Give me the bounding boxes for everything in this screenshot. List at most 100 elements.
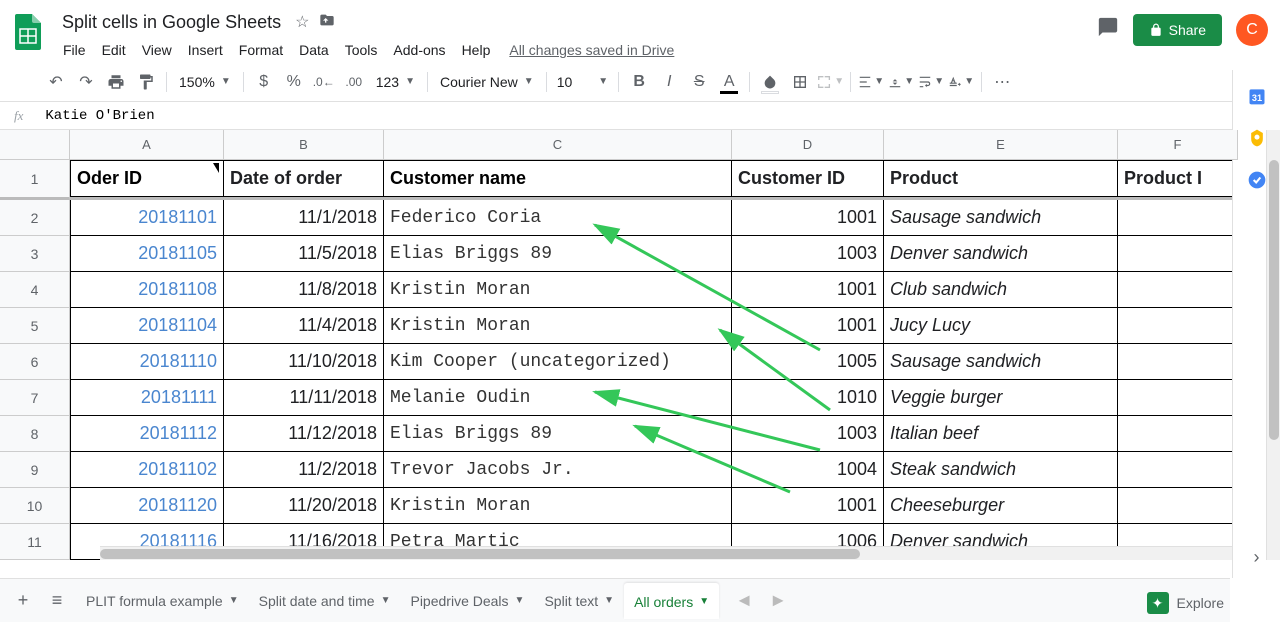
column-header-B[interactable]: B: [224, 130, 384, 160]
header-cell[interactable]: Oder ID: [70, 160, 224, 197]
menu-file[interactable]: File: [56, 38, 93, 62]
decrease-decimal-button[interactable]: .0←: [310, 68, 338, 96]
cell[interactable]: Steak sandwich: [884, 452, 1118, 488]
header-cell[interactable]: Customer name: [384, 160, 732, 197]
cell[interactable]: 11/5/2018: [224, 236, 384, 272]
vertical-scrollbar[interactable]: [1266, 130, 1280, 560]
vertical-align-button[interactable]: ▼: [887, 68, 915, 96]
merge-cells-button[interactable]: ▼: [816, 68, 844, 96]
comment-icon[interactable]: [1097, 16, 1119, 44]
font-size-dropdown[interactable]: 10▼: [553, 74, 612, 90]
cell[interactable]: 20181108: [70, 272, 224, 308]
tasks-icon[interactable]: [1247, 170, 1267, 190]
cell[interactable]: [1118, 380, 1238, 416]
cell[interactable]: 11/8/2018: [224, 272, 384, 308]
row-header-2[interactable]: 2: [0, 200, 70, 236]
cell[interactable]: Denver sandwich: [884, 236, 1118, 272]
cell[interactable]: 20181105: [70, 236, 224, 272]
explore-button[interactable]: ✦ Explore: [1147, 592, 1224, 614]
paint-format-button[interactable]: [132, 68, 160, 96]
row-header-7[interactable]: 7: [0, 380, 70, 416]
cell[interactable]: Cheeseburger: [884, 488, 1118, 524]
fill-color-button[interactable]: [756, 68, 784, 96]
cell[interactable]: Veggie burger: [884, 380, 1118, 416]
header-cell[interactable]: Date of order: [224, 160, 384, 197]
text-rotation-button[interactable]: ▼: [947, 68, 975, 96]
cell[interactable]: 20181120: [70, 488, 224, 524]
cell[interactable]: [1118, 272, 1238, 308]
cell[interactable]: Italian beef: [884, 416, 1118, 452]
row-header-6[interactable]: 6: [0, 344, 70, 380]
cell[interactable]: 20181110: [70, 344, 224, 380]
row-header-3[interactable]: 3: [0, 236, 70, 272]
cell[interactable]: Sausage sandwich: [884, 200, 1118, 236]
cell[interactable]: Kristin Moran: [384, 308, 732, 344]
cell[interactable]: 1005: [732, 344, 884, 380]
sheets-logo[interactable]: [8, 12, 48, 52]
cell[interactable]: Trevor Jacobs Jr.: [384, 452, 732, 488]
cell[interactable]: 11/4/2018: [224, 308, 384, 344]
percent-button[interactable]: %: [280, 68, 308, 96]
redo-button[interactable]: ↷: [72, 68, 100, 96]
cell[interactable]: 20181112: [70, 416, 224, 452]
number-format-dropdown[interactable]: 123▼: [370, 74, 421, 90]
cell[interactable]: 20181102: [70, 452, 224, 488]
header-cell[interactable]: Customer ID: [732, 160, 884, 197]
cell[interactable]: 1004: [732, 452, 884, 488]
cell[interactable]: Kristin Moran: [384, 488, 732, 524]
header-cell[interactable]: Product: [884, 160, 1118, 197]
text-wrap-button[interactable]: ▼: [917, 68, 945, 96]
save-status[interactable]: All changes saved in Drive: [509, 38, 674, 62]
menu-help[interactable]: Help: [455, 38, 498, 62]
cell[interactable]: Federico Coria: [384, 200, 732, 236]
menu-data[interactable]: Data: [292, 38, 336, 62]
row-header-10[interactable]: 10: [0, 488, 70, 524]
move-icon[interactable]: [319, 12, 335, 33]
formula-input[interactable]: [37, 108, 1280, 124]
cell[interactable]: [1118, 452, 1238, 488]
font-family-dropdown[interactable]: Courier New▼: [434, 74, 540, 90]
star-icon[interactable]: ☆: [295, 12, 309, 33]
share-button[interactable]: Share: [1133, 14, 1222, 46]
borders-button[interactable]: [786, 68, 814, 96]
strikethrough-button[interactable]: S: [685, 68, 713, 96]
cell[interactable]: 1003: [732, 416, 884, 452]
menu-addons[interactable]: Add-ons: [386, 38, 452, 62]
cell[interactable]: 1001: [732, 200, 884, 236]
increase-decimal-button[interactable]: .00: [340, 68, 368, 96]
menu-insert[interactable]: Insert: [181, 38, 230, 62]
column-header-E[interactable]: E: [884, 130, 1118, 160]
row-header-11[interactable]: 11: [0, 524, 70, 560]
row-header-5[interactable]: 5: [0, 308, 70, 344]
menu-tools[interactable]: Tools: [338, 38, 385, 62]
cell[interactable]: [1118, 416, 1238, 452]
cell[interactable]: 11/11/2018: [224, 380, 384, 416]
cell[interactable]: Sausage sandwich: [884, 344, 1118, 380]
select-all-corner[interactable]: [0, 130, 70, 160]
cell[interactable]: Jucy Lucy: [884, 308, 1118, 344]
sheet-nav-right[interactable]: ►: [763, 586, 793, 616]
bold-button[interactable]: B: [625, 68, 653, 96]
cell[interactable]: 20181104: [70, 308, 224, 344]
sheet-tab[interactable]: Split text▼: [534, 583, 624, 619]
cell[interactable]: 20181101: [70, 200, 224, 236]
header-cell[interactable]: Product I: [1118, 160, 1238, 197]
column-header-F[interactable]: F: [1118, 130, 1238, 160]
cell[interactable]: 1001: [732, 488, 884, 524]
column-header-D[interactable]: D: [732, 130, 884, 160]
cell[interactable]: 1001: [732, 308, 884, 344]
cell[interactable]: 1001: [732, 272, 884, 308]
horizontal-scrollbar[interactable]: [100, 546, 1266, 560]
cell[interactable]: [1118, 308, 1238, 344]
cell[interactable]: 11/12/2018: [224, 416, 384, 452]
add-sheet-button[interactable]: +: [8, 586, 38, 616]
cell[interactable]: 11/10/2018: [224, 344, 384, 380]
cell[interactable]: 11/20/2018: [224, 488, 384, 524]
cell[interactable]: Elias Briggs 89: [384, 236, 732, 272]
sheet-tab[interactable]: All orders▼: [624, 583, 719, 619]
horizontal-align-button[interactable]: ▼: [857, 68, 885, 96]
sheet-tab[interactable]: PLIT formula example▼: [76, 583, 249, 619]
column-header-A[interactable]: A: [70, 130, 224, 160]
menu-view[interactable]: View: [135, 38, 179, 62]
cell[interactable]: [1118, 344, 1238, 380]
